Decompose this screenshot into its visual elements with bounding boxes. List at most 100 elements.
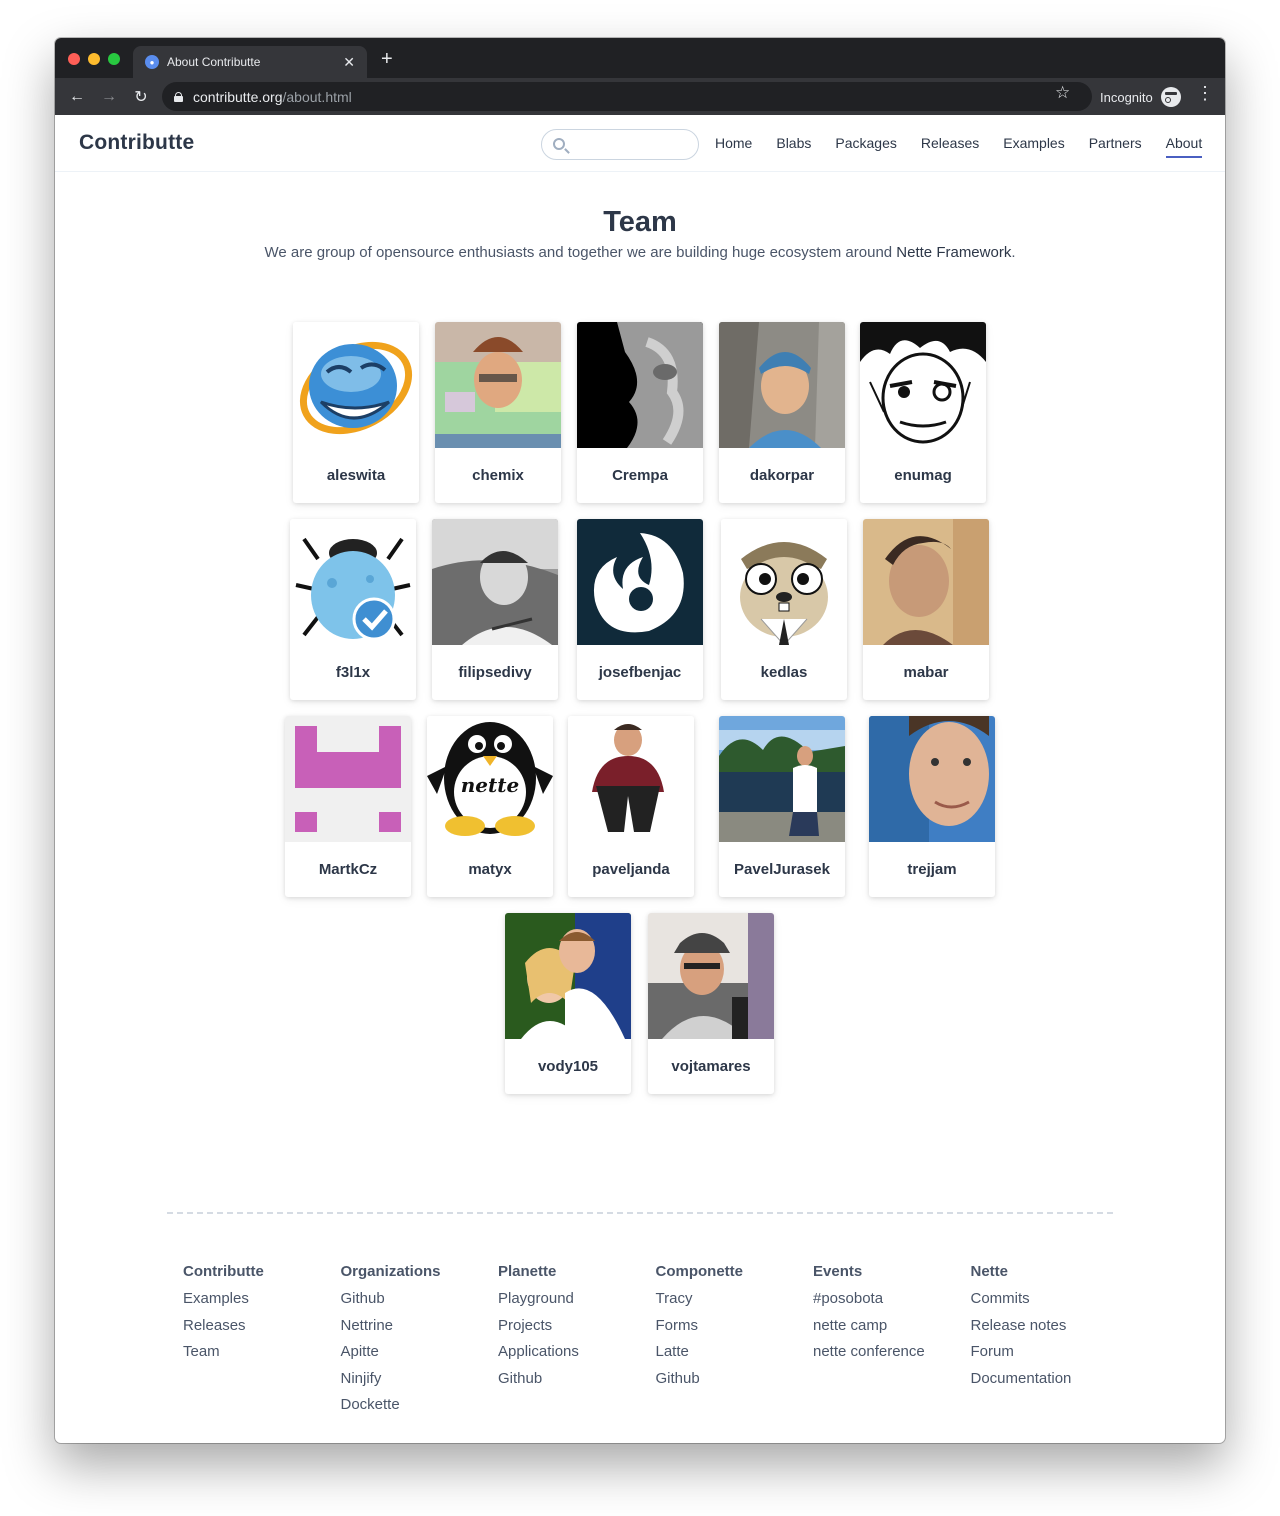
- footer-link[interactable]: Latte: [656, 1339, 814, 1366]
- member-name[interactable]: vojtamares: [648, 1039, 774, 1094]
- nette-framework-link[interactable]: Nette Framework: [896, 244, 1011, 261]
- avatar: [719, 322, 845, 448]
- footer-link[interactable]: Forms: [656, 1313, 814, 1340]
- incognito-label: Incognito: [1100, 89, 1153, 105]
- footer-link[interactable]: Examples: [183, 1286, 341, 1313]
- team-member-card[interactable]: MartkCz: [285, 716, 411, 897]
- team-member-card[interactable]: enumag: [860, 322, 986, 503]
- member-name[interactable]: kedlas: [721, 645, 847, 700]
- member-name[interactable]: matyx: [427, 842, 553, 897]
- avatar: [568, 716, 694, 842]
- footer-link[interactable]: #posobota: [813, 1286, 971, 1313]
- nav-examples[interactable]: Examples: [1003, 135, 1064, 158]
- footer-link[interactable]: Team: [183, 1339, 341, 1366]
- member-name[interactable]: MartkCz: [285, 842, 411, 897]
- browser-tab[interactable]: ● About Contributte ✕: [133, 46, 367, 78]
- team-member-card[interactable]: kedlas: [721, 519, 847, 700]
- browser-menu-icon[interactable]: ⋮: [1196, 84, 1214, 102]
- back-arrow-icon[interactable]: ←: [61, 88, 93, 106]
- team-member-card[interactable]: mabar: [863, 519, 989, 700]
- incognito-indicator[interactable]: Incognito: [1100, 87, 1181, 107]
- minimize-window-button[interactable]: [88, 53, 100, 65]
- member-name[interactable]: PavelJurasek: [719, 842, 845, 897]
- forward-arrow-icon[interactable]: →: [93, 88, 125, 106]
- subtitle-text: We are group of opensource enthusiasts a…: [264, 244, 897, 261]
- browser-window: ● About Contributte ✕ + ← → ↻ contributt…: [55, 38, 1225, 1443]
- footer-link[interactable]: Github: [341, 1286, 499, 1313]
- nav-home[interactable]: Home: [715, 135, 752, 158]
- footer-link[interactable]: Applications: [498, 1339, 656, 1366]
- member-name[interactable]: Crempa: [577, 448, 703, 503]
- footer-link[interactable]: Ninjify: [341, 1366, 499, 1393]
- team-member-card[interactable]: filipsedivy: [432, 519, 558, 700]
- footer-link[interactable]: Playground: [498, 1286, 656, 1313]
- member-name[interactable]: vody105: [505, 1039, 631, 1094]
- footer-column-nette: Nette Commits Release notes Forum Documentat…: [971, 1263, 1129, 1419]
- footer-link[interactable]: Releases: [183, 1313, 341, 1340]
- team-member-card[interactable]: PavelJurasek: [719, 716, 845, 897]
- member-name[interactable]: enumag: [860, 448, 986, 503]
- footer-link[interactable]: Github: [656, 1366, 814, 1393]
- member-name[interactable]: dakorpar: [719, 448, 845, 503]
- team-member-card[interactable]: Crempa: [577, 322, 703, 503]
- footer-link[interactable]: Dockette: [341, 1392, 499, 1419]
- close-window-button[interactable]: [68, 53, 80, 65]
- team-member-card[interactable]: dakorpar: [719, 322, 845, 503]
- footer-link[interactable]: nette camp: [813, 1313, 971, 1340]
- member-name[interactable]: paveljanda: [568, 842, 694, 897]
- footer-link[interactable]: Apitte: [341, 1339, 499, 1366]
- member-name[interactable]: josefbenjac: [577, 645, 703, 700]
- footer-link[interactable]: Tracy: [656, 1286, 814, 1313]
- tab-title: About Contributte: [167, 55, 261, 69]
- footer-link[interactable]: Release notes: [971, 1313, 1129, 1340]
- reload-icon[interactable]: ↻: [125, 87, 157, 107]
- footer-link[interactable]: Commits: [971, 1286, 1129, 1313]
- nav-partners[interactable]: Partners: [1089, 135, 1142, 158]
- member-name[interactable]: trejjam: [869, 842, 995, 897]
- address-bar[interactable]: contributte.org/about.html: [162, 82, 1092, 111]
- footer-link[interactable]: nette conference: [813, 1339, 971, 1366]
- footer-column-title: Organizations: [340, 1263, 441, 1280]
- page-title: Team: [603, 206, 677, 238]
- team-member-card[interactable]: vojtamares: [648, 913, 774, 1094]
- footer-column-title: Planette: [498, 1263, 557, 1280]
- team-member-card[interactable]: vody105: [505, 913, 631, 1094]
- nav-releases[interactable]: Releases: [921, 135, 979, 158]
- maximize-window-button[interactable]: [108, 53, 120, 65]
- member-name[interactable]: aleswita: [293, 448, 419, 503]
- footer-link[interactable]: Projects: [498, 1313, 656, 1340]
- footer-divider: [167, 1212, 1113, 1214]
- team-member-card[interactable]: paveljanda: [568, 716, 694, 897]
- member-name[interactable]: chemix: [435, 448, 561, 503]
- footer-link[interactable]: Documentation: [971, 1366, 1129, 1393]
- new-tab-icon[interactable]: +: [381, 48, 393, 71]
- svg-text:nette: nette: [461, 773, 519, 797]
- avatar: [505, 913, 631, 1039]
- avatar: [869, 716, 995, 842]
- team-member-card[interactable]: nette matyx: [427, 716, 553, 897]
- team-member-card[interactable]: josefbenjac: [577, 519, 703, 700]
- avatar: [435, 322, 561, 448]
- site-logo[interactable]: Contributte: [79, 131, 194, 155]
- team-member-card[interactable]: f3l1x: [290, 519, 416, 700]
- bookmark-star-icon[interactable]: ☆: [1055, 83, 1070, 103]
- member-name[interactable]: f3l1x: [290, 645, 416, 700]
- member-name[interactable]: mabar: [863, 645, 989, 700]
- team-member-card[interactable]: trejjam: [869, 716, 995, 897]
- nav-about[interactable]: About: [1165, 135, 1203, 158]
- footer-link[interactable]: Github: [498, 1366, 656, 1393]
- search-input[interactable]: [541, 129, 699, 160]
- team-member-card[interactable]: chemix: [435, 322, 561, 503]
- contributte-favicon-icon: ●: [145, 55, 159, 69]
- footer: Contributte Examples Releases Team Organizat…: [183, 1263, 1128, 1419]
- tab-close-icon[interactable]: ✕: [343, 54, 355, 71]
- team-member-card[interactable]: aleswita: [293, 322, 419, 503]
- footer-link[interactable]: Nettrine: [341, 1313, 499, 1340]
- blue-bug-icon: [290, 519, 416, 645]
- nav-blabs[interactable]: Blabs: [776, 135, 811, 158]
- footer-column-title: Componette: [655, 1263, 744, 1280]
- member-name[interactable]: filipsedivy: [432, 645, 558, 700]
- nav-packages[interactable]: Packages: [835, 135, 896, 158]
- search-icon: [553, 138, 565, 150]
- footer-link[interactable]: Forum: [971, 1339, 1129, 1366]
